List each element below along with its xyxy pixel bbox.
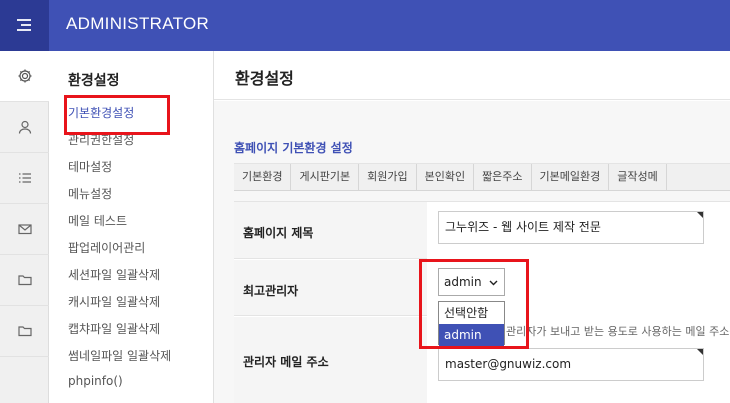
admin-email-value: master@gnuwiz.com (445, 357, 572, 371)
rail-item-settings[interactable] (0, 51, 49, 102)
mail-icon (17, 224, 32, 235)
tab-board-basic[interactable]: 게시판기본 (291, 164, 360, 190)
submenu-title: 환경설정 (68, 73, 120, 89)
required-marker (697, 349, 703, 355)
submenu-item-cache-delete[interactable]: 캐시파일 일괄삭제 (68, 293, 160, 310)
homepage-title-label: 홈페이지 제목 (243, 226, 314, 240)
form-row-label: 최고관리자 (234, 260, 427, 316)
menu-icon (17, 19, 31, 31)
menu-toggle-button[interactable] (0, 0, 49, 51)
form-row-label: 홈페이지 제목 (234, 202, 427, 259)
admin-email-input[interactable]: master@gnuwiz.com (438, 348, 704, 381)
tab-basic[interactable]: 기본환경 (234, 164, 292, 190)
brand-title: ADMINISTRATOR (66, 14, 210, 33)
form-row-label: 관리자 메일 주소 (234, 317, 427, 403)
icon-rail (0, 51, 49, 403)
highlight-box-dropdown (419, 259, 529, 349)
tab-short-url[interactable]: 짧은주소 (474, 164, 532, 190)
admin-email-help: 관리자가 보내고 받는 용도로 사용하는 메일 주소를 입력 (506, 325, 730, 338)
top-bar: ADMINISTRATOR (0, 0, 730, 51)
admin-page: ADMINISTRATOR 환경설정 기본환경설정 관리권한설정 테마설정 메뉴… (0, 0, 730, 403)
submenu-item-theme[interactable]: 테마설정 (68, 158, 112, 175)
submenu-item-captcha-delete[interactable]: 캡챠파일 일괄삭제 (68, 320, 160, 337)
list-icon (18, 173, 31, 183)
user-icon (18, 120, 31, 134)
main-header: 환경설정 (214, 51, 730, 100)
submenu-item-mail-test[interactable]: 메일 테스트 (68, 212, 127, 229)
submenu-item-menu[interactable]: 메뉴설정 (68, 185, 112, 202)
tab-post-writing[interactable]: 글작성메 (609, 164, 667, 190)
highlight-box-submenu (64, 95, 170, 135)
homepage-title-value: 그누위즈 - 웹 사이트 제작 전문 (445, 220, 601, 234)
folder-icon (17, 275, 32, 286)
tab-mail[interactable]: 기본메일환경 (532, 164, 610, 190)
folder-icon (17, 326, 32, 337)
rail-item-folder-2[interactable] (0, 306, 49, 357)
rail-item-members[interactable] (0, 102, 49, 153)
super-admin-label: 최고관리자 (243, 284, 299, 298)
submenu-item-popup-layer[interactable]: 팝업레이어관리 (68, 239, 145, 256)
section-title: 홈페이지 기본환경 설정 (234, 141, 353, 155)
submenu-item-phpinfo[interactable]: phpinfo() (68, 374, 123, 388)
rail-item-folder-1[interactable] (0, 255, 49, 306)
admin-email-label: 관리자 메일 주소 (243, 355, 329, 369)
rail-item-mail[interactable] (0, 204, 49, 255)
settings-tabs: 기본환경 게시판기본 회원가입 본인확인 짧은주소 기본메일환경 글작성메 (234, 163, 730, 191)
required-marker (697, 212, 703, 218)
submenu-item-thumbnail-delete[interactable]: 썸네일파일 일괄삭제 (68, 347, 171, 364)
rail-item-boards[interactable] (0, 153, 49, 204)
tab-signup[interactable]: 회원가입 (359, 164, 417, 190)
gear-icon (18, 69, 31, 83)
tab-identity[interactable]: 본인확인 (417, 164, 475, 190)
submenu-item-session-delete[interactable]: 세션파일 일괄삭제 (68, 266, 160, 283)
homepage-title-input[interactable]: 그누위즈 - 웹 사이트 제작 전문 (438, 211, 704, 244)
page-title: 환경설정 (235, 69, 294, 88)
